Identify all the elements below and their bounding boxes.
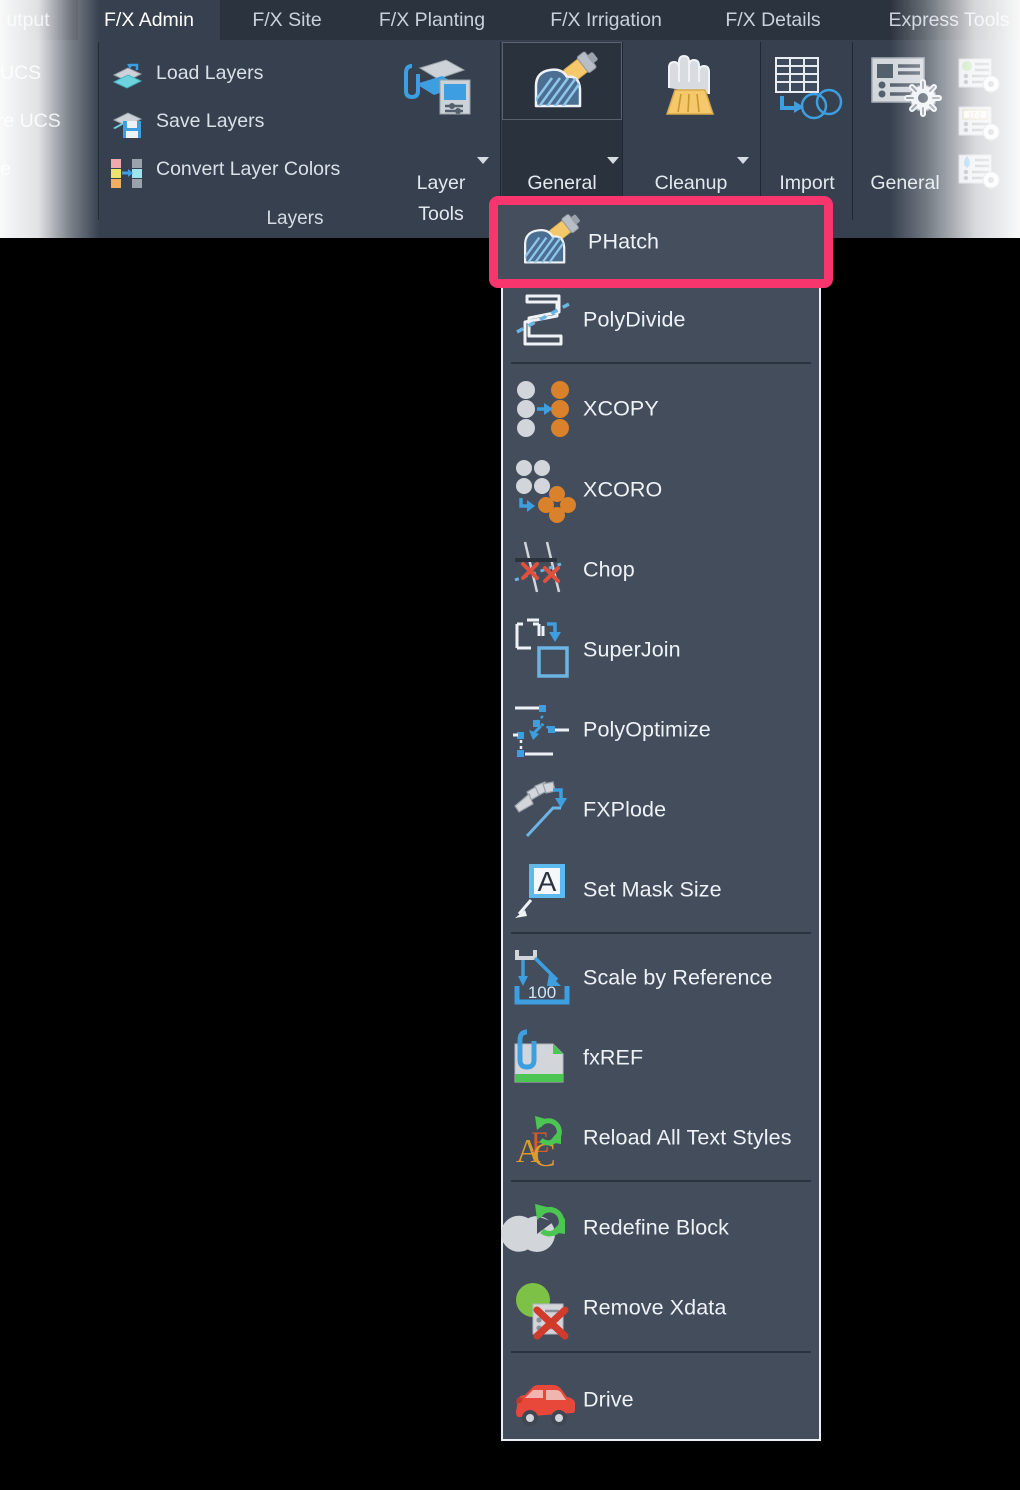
general-tools-dropdown-arrow[interactable] <box>607 157 619 164</box>
menu-item-fxref[interactable]: fxREF <box>503 1018 819 1098</box>
clipped-cmd-partial[interactable]: e <box>0 158 11 181</box>
menu-item-scale-by-reference[interactable]: 100 Scale by Reference <box>503 938 819 1018</box>
reload-text-styles-icon: A E C <box>513 1106 577 1174</box>
menu-separator-4 <box>511 1351 811 1353</box>
cmd-convert-layer-colors[interactable]: Convert Layer Colors <box>156 158 340 181</box>
tab-fx-planting[interactable]: F/X Planting <box>352 0 512 40</box>
menu-item-redefine-block[interactable]: Redefine Block <box>501 1188 819 1268</box>
polydivide-icon <box>513 288 577 352</box>
screen: utput F/X Admin F/X Site F/X Planting F/… <box>0 0 1020 1490</box>
svg-text:17-2: 17-2 <box>968 113 982 120</box>
clipped-pref-icon-2[interactable]: 17-2 <box>958 106 1002 144</box>
menu-item-xcopy-label: XCOPY <box>583 396 659 421</box>
clipped-cmd-restore-ucs[interactable]: ore UCS <box>0 110 61 133</box>
tab-fx-irrigation[interactable]: F/X Irrigation <box>518 0 694 40</box>
phatch-icon <box>518 210 582 274</box>
panel-divider-general <box>500 42 501 220</box>
menu-item-chop-label: Chop <box>583 557 635 582</box>
menu-item-scale-by-reference-label: Scale by Reference <box>583 965 773 990</box>
menu-item-drive[interactable]: Drive <box>503 1360 819 1440</box>
mask-letter: A <box>538 866 557 897</box>
menu-item-superjoin-label: SuperJoin <box>583 637 681 662</box>
xcoro-icon <box>513 458 577 523</box>
redefine-block-icon <box>501 1196 577 1260</box>
set-mask-size-icon: A <box>513 858 577 922</box>
layer-tools-label[interactable]: Layer Tools <box>386 168 496 230</box>
menu-item-fxplode-label: FXPlode <box>583 797 667 822</box>
menu-item-superjoin[interactable]: SuperJoin <box>503 610 819 690</box>
import-csv-label-line1: Import <box>779 172 835 194</box>
import-csv-icon <box>772 54 844 120</box>
menu-item-xcoro[interactable]: XCORO <box>503 450 819 530</box>
menu-item-set-mask-size[interactable]: A Set Mask Size <box>503 850 819 930</box>
general-tools-label-line1: General <box>527 172 597 194</box>
panel-title-layers: Layers <box>266 208 324 229</box>
xcopy-icon <box>513 377 577 441</box>
menu-item-redefine-block-label: Redefine Block <box>583 1215 730 1240</box>
menu-item-xcoro-label: XCORO <box>583 477 663 502</box>
general-preferences-label[interactable]: General <box>850 168 960 199</box>
clipped-pref-icon-1[interactable] <box>958 58 1002 96</box>
scale-by-reference-icon: 100 <box>513 946 577 1010</box>
menu-item-xcopy[interactable]: XCOPY <box>503 369 819 449</box>
menu-item-remove-xdata[interactable]: Remove Xdata <box>503 1268 819 1348</box>
menu-separator-3 <box>511 1180 811 1182</box>
cleanup-tools-label-line1: Cleanup <box>654 172 728 194</box>
fxref-icon <box>513 1026 577 1090</box>
save-layers-icon <box>110 110 144 140</box>
panel-divider-cleanup <box>622 42 623 220</box>
menu-item-drive-label: Drive <box>583 1387 634 1412</box>
menu-item-phatch-label: PHatch <box>588 229 660 254</box>
menu-separator-1 <box>511 362 811 364</box>
general-tools-icon <box>528 51 600 114</box>
menu-item-phatch-highlighted[interactable]: PHatch <box>508 205 818 279</box>
cleanup-tools-dropdown-arrow[interactable] <box>737 157 749 164</box>
menu-item-reload-text-styles-label: Reload All Text Styles <box>583 1125 792 1150</box>
tab-fx-admin[interactable]: F/X Admin <box>78 0 220 40</box>
menu-item-fxplode[interactable]: FXPlode <box>503 770 819 850</box>
scale-reference-value: 100 <box>528 983 556 1002</box>
tab-express-tools[interactable]: Express Tools <box>856 0 1020 40</box>
menu-item-set-mask-size-label: Set Mask Size <box>583 877 722 902</box>
layer-tools-dropdown-arrow[interactable] <box>477 157 489 164</box>
drive-icon <box>513 1368 577 1432</box>
phatch-highlight-box: PHatch <box>489 196 833 288</box>
remove-xdata-icon <box>513 1276 577 1340</box>
superjoin-icon <box>513 618 577 682</box>
clipped-cmd-ucs[interactable]: UCS <box>0 62 41 85</box>
menu-item-polydivide[interactable]: PolyDivide <box>503 280 819 360</box>
fxplode-icon <box>513 778 577 842</box>
polyoptimize-icon <box>513 698 577 762</box>
general-preferences-label-line1: General <box>870 172 940 194</box>
menu-item-remove-xdata-label: Remove Xdata <box>583 1295 727 1320</box>
menu-separator-2 <box>511 932 811 934</box>
menu-item-polyoptimize-label: PolyOptimize <box>583 717 711 742</box>
general-tools-dropdown-menu: PHatch PolyDivide <box>501 196 821 1441</box>
ribbon-tab-strip: utput F/X Admin F/X Site F/X Planting F/… <box>0 0 1020 40</box>
layer-tools-label-line2: Tools <box>418 203 464 225</box>
general-preferences-icon <box>870 56 942 118</box>
layer-tools-label-line1: Layer <box>416 172 466 194</box>
menu-item-polydivide-label: PolyDivide <box>583 307 686 332</box>
chop-icon <box>513 538 577 602</box>
clipped-pref-icon-3[interactable] <box>958 154 1002 192</box>
cleanup-tools-icon <box>655 54 727 120</box>
tab-fx-details[interactable]: F/X Details <box>700 0 846 40</box>
menu-item-fxref-label: fxREF <box>583 1045 644 1070</box>
layer-tools-icon <box>402 58 478 128</box>
tab-output[interactable]: utput <box>0 0 78 40</box>
tab-fx-site[interactable]: F/X Site <box>228 0 346 40</box>
menu-item-polyoptimize[interactable]: PolyOptimize <box>503 690 819 770</box>
phatch-highlight-inner: PHatch <box>498 205 824 279</box>
menu-item-chop[interactable]: Chop <box>503 530 819 610</box>
panel-divider-left <box>98 42 99 220</box>
convert-layer-colors-icon <box>110 158 144 190</box>
menu-item-reload-text-styles[interactable]: A E C Reload All Text Styles <box>503 1098 819 1178</box>
cmd-load-layers[interactable]: Load Layers <box>156 62 263 85</box>
cmd-save-layers[interactable]: Save Layers <box>156 110 264 133</box>
load-layers-icon <box>110 62 144 92</box>
